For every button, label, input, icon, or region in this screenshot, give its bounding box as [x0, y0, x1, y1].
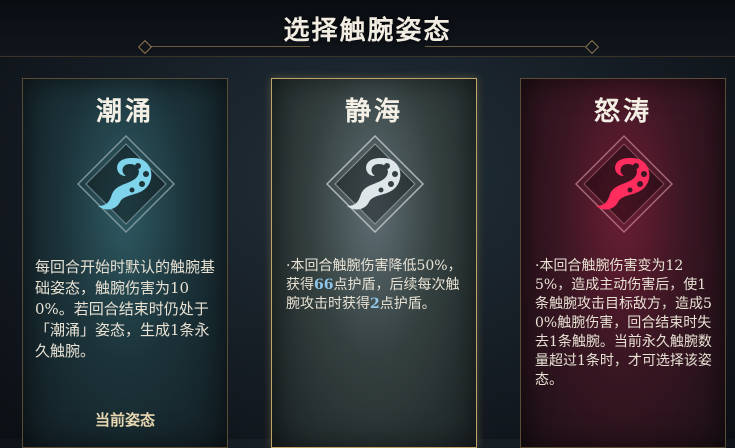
tentacle-icon — [574, 134, 674, 234]
tentacle-icon — [76, 134, 176, 234]
description-text: 点护盾。 — [379, 296, 436, 312]
stance-description: 每回合开始时默认的触腕基础姿态，触腕伤害为100%。若回合结束时仍处于「潮涌」姿… — [35, 258, 216, 360]
page-title: 选择触腕姿态 — [283, 16, 452, 46]
stance-name: 静海 — [344, 97, 403, 127]
title-divider-left — [150, 46, 310, 47]
stance-description: ·本回合触腕伤害降低50%，获得66点护盾，后续每次触腕攻击时获得2点护盾。 — [286, 257, 466, 314]
stance-card-rage[interactable]: 怒涛 ·本回合触腕伤害变为125%，造成主动伤害后，使1条触腕攻击目标敌方，造成… — [520, 78, 726, 448]
stance-card-calm[interactable]: 静海 ·本回合触腕伤害降低50%，获得66点护盾，后续每次触腕攻击时获得2点护盾… — [271, 78, 477, 448]
shield-value: 2 — [370, 296, 380, 312]
stance-name: 潮涌 — [95, 97, 154, 127]
title-bar: 选择触腕姿态 — [0, 0, 735, 57]
stance-description: ·本回合触腕伤害变为125%，造成主动伤害后，使1条触腕攻击目标敌方，造成50%… — [535, 258, 712, 388]
shield-value: 66 — [314, 277, 334, 293]
tentacle-icon — [325, 134, 425, 234]
current-stance-label: 当前姿态 — [94, 411, 155, 429]
stance-card-surge[interactable]: 潮涌 每回合开始时默认的触腕基础姿态，触腕伤害为100%。若回合结束时仍处于「潮… — [22, 78, 228, 448]
title-divider-right — [425, 46, 585, 47]
stance-name: 怒涛 — [593, 97, 652, 127]
